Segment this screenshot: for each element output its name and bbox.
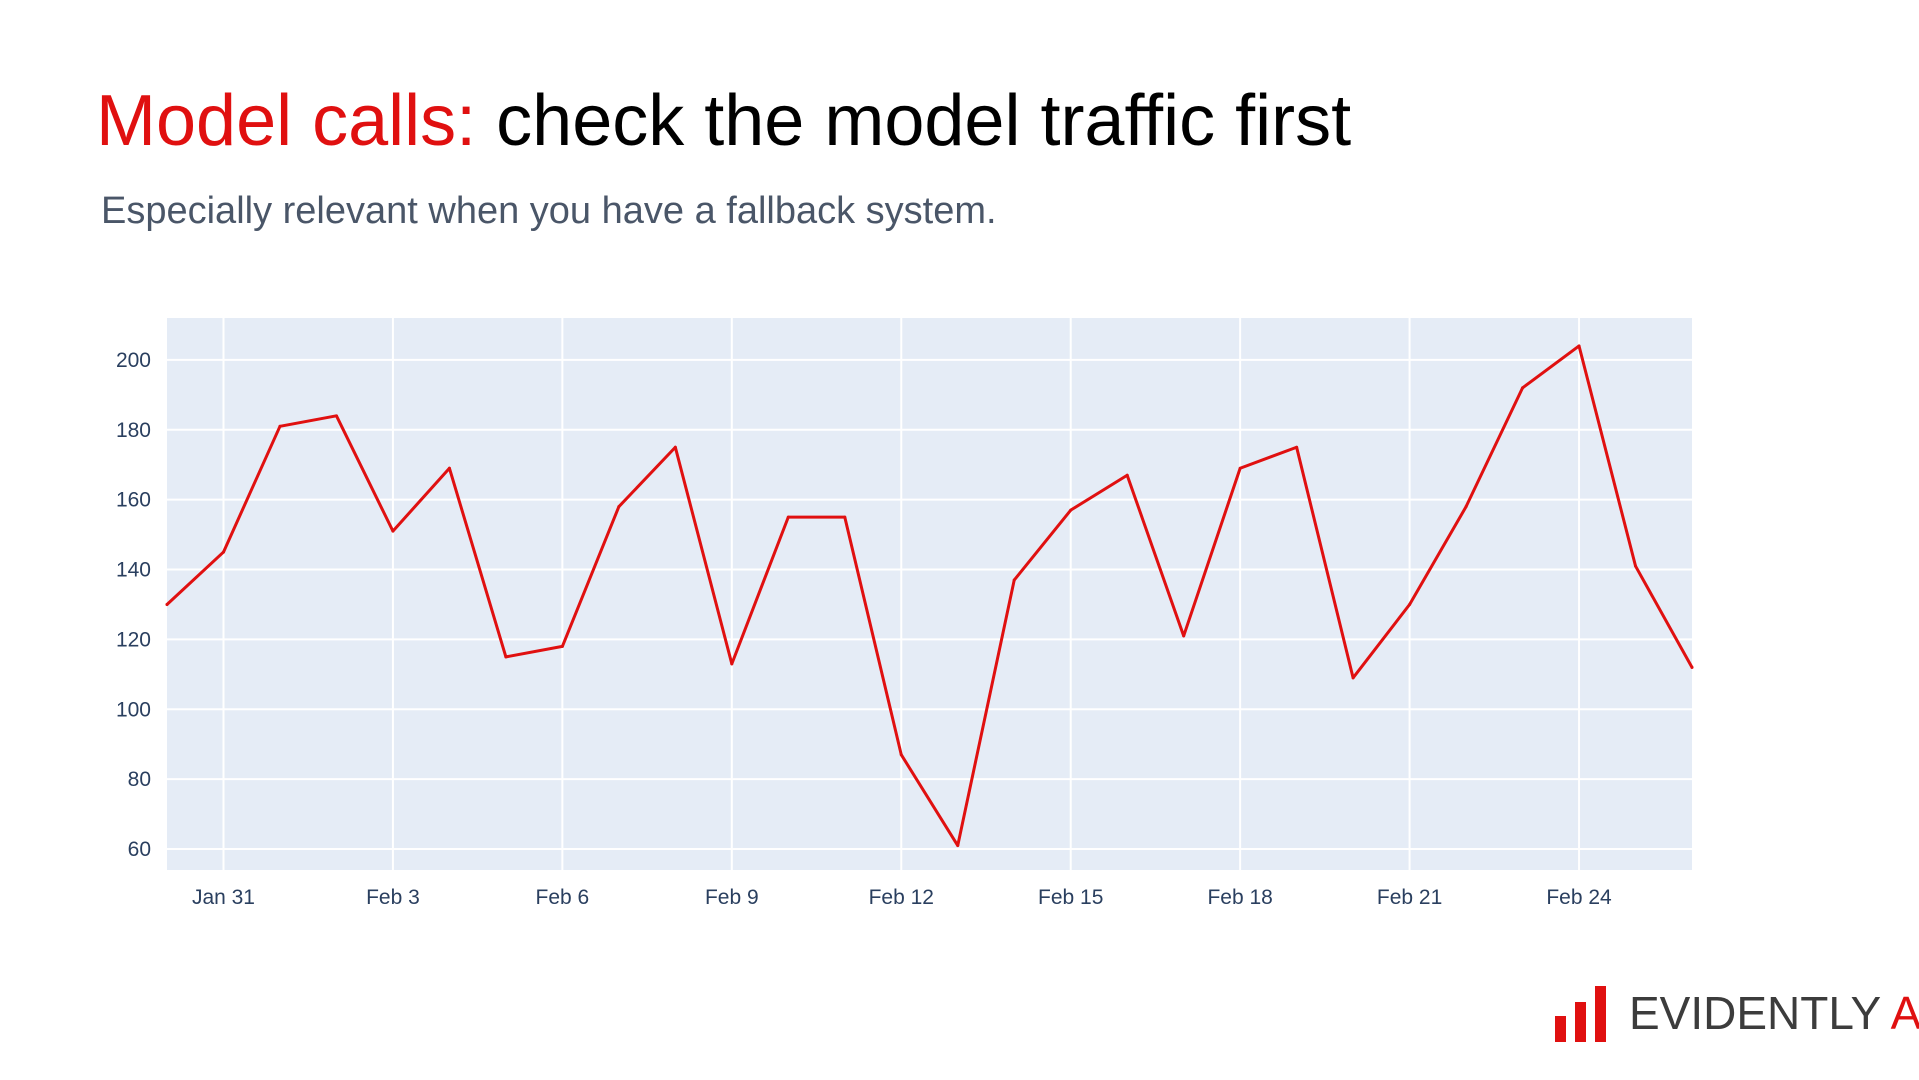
data-point [1408, 602, 1412, 606]
logo-wordmark-accent: AI [1890, 987, 1919, 1039]
y-tick-label: 180 [116, 419, 151, 442]
y-tick-label: 200 [116, 349, 151, 372]
data-point [278, 424, 282, 428]
x-tick-label: Feb 3 [366, 886, 420, 909]
x-tick-label: Feb 21 [1377, 886, 1442, 909]
data-point [1238, 466, 1242, 470]
x-tick-label: Feb 15 [1038, 886, 1103, 909]
data-point [1125, 473, 1129, 477]
x-tick-label: Feb 9 [705, 886, 759, 909]
plot-background [167, 318, 1692, 870]
y-axis-ticks: 60 80 100 120 140 160 180 200 [116, 349, 151, 861]
data-point [1012, 578, 1016, 582]
data-point [1069, 508, 1073, 512]
y-tick-label: 100 [116, 698, 151, 721]
data-point [334, 414, 338, 418]
data-point [786, 515, 790, 519]
y-tick-label: 160 [116, 489, 151, 512]
data-point [560, 644, 564, 648]
data-point [1577, 344, 1581, 348]
data-point [1521, 386, 1525, 390]
data-point [1295, 445, 1299, 449]
logo-bar [1555, 1016, 1566, 1042]
logo-bar [1595, 986, 1606, 1042]
data-point [899, 753, 903, 757]
x-axis-ticks: Jan 31 Feb 3 Feb 6 Feb 9 Feb 12 Feb 15 Feb 18 F… [192, 886, 1612, 909]
x-tick-label: Feb 18 [1207, 886, 1272, 909]
logo-bar [1575, 1002, 1586, 1042]
data-point [673, 445, 677, 449]
y-tick-label: 140 [116, 559, 151, 582]
x-tick-label: Feb 12 [869, 886, 934, 909]
data-point [1464, 505, 1468, 509]
x-tick-label: Jan 31 [192, 886, 255, 909]
data-point [1351, 676, 1355, 680]
data-point [617, 505, 621, 509]
evidently-ai-logo: EVIDENTLY AI [1555, 986, 1919, 1042]
logo-text: EVIDENTLY AI [1629, 988, 1919, 1039]
data-point [221, 550, 225, 554]
data-point [165, 602, 169, 606]
data-point [391, 529, 395, 533]
data-point [730, 662, 734, 666]
logo-bars-icon [1555, 986, 1611, 1042]
data-point [956, 844, 960, 848]
line-chart: 60 80 100 120 140 160 180 200 Jan 31 Feb 3 Feb 6 F… [116, 318, 1694, 909]
data-point [1690, 665, 1694, 669]
x-tick-label: Feb 24 [1546, 886, 1612, 909]
data-point [843, 515, 847, 519]
y-tick-label: 120 [116, 628, 151, 651]
data-point [1182, 634, 1186, 638]
y-tick-label: 80 [128, 768, 151, 791]
y-tick-label: 60 [128, 838, 151, 861]
x-tick-label: Feb 6 [536, 886, 590, 909]
data-point [1634, 564, 1638, 568]
data-point [447, 466, 451, 470]
data-point [504, 655, 508, 659]
logo-wordmark: EVIDENTLY [1629, 987, 1881, 1039]
